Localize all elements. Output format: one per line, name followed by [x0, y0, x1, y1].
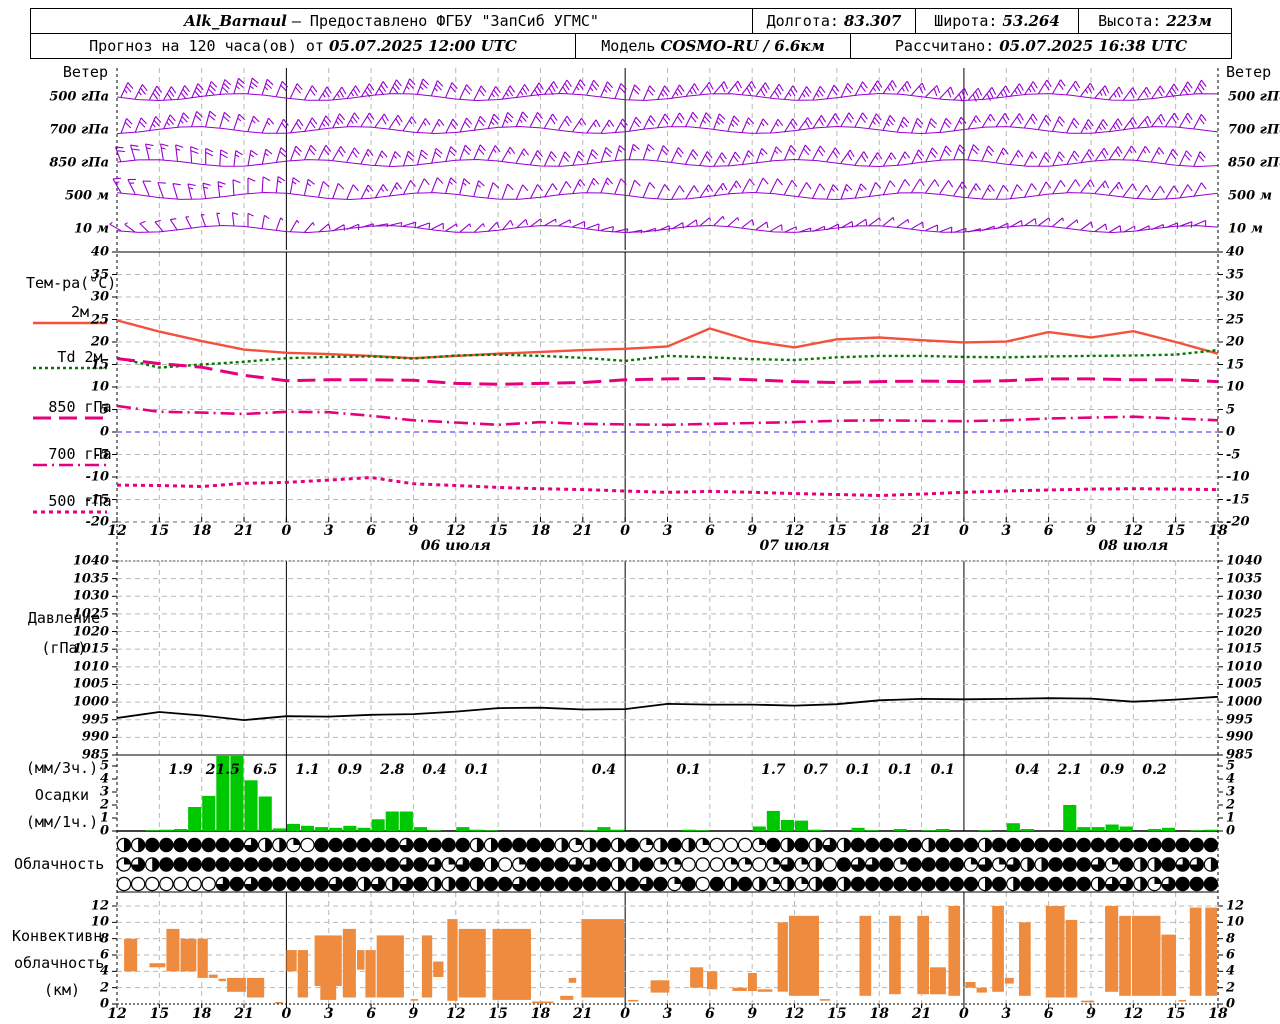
meteogram-page: Alk_Barnaul – Предоставлено ФГБУ "ЗапСиб…: [0, 0, 1280, 1024]
meteogram-canvas: [33, 68, 1223, 1008]
